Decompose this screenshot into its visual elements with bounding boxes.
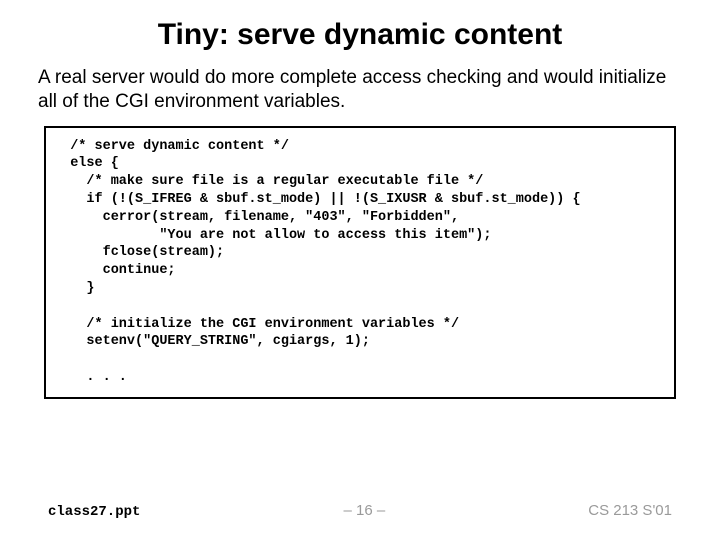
slide-body: A real server would do more complete acc… [32, 66, 688, 114]
slide-footer: class27.ppt – 16 – CS 213 S'01 [0, 502, 720, 520]
slide-title: Tiny: serve dynamic content [32, 18, 688, 52]
footer-course: CS 213 S'01 [588, 502, 672, 519]
footer-filename: class27.ppt [48, 504, 140, 520]
code-block: /* serve dynamic content */ else { /* ma… [44, 126, 676, 399]
footer-page-number: – 16 – [343, 502, 385, 519]
